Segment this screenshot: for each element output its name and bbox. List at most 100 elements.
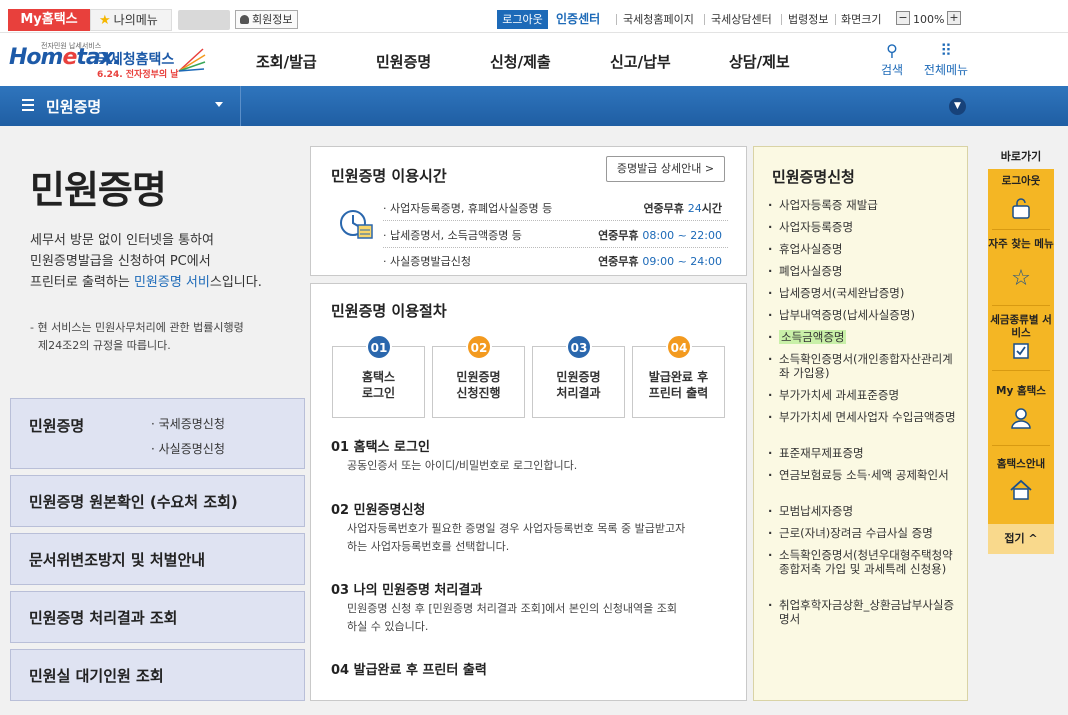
search-button[interactable]: ⚲ 검색 (877, 41, 907, 78)
expand-chevron-icon[interactable]: ▼ (949, 98, 966, 115)
cert-center-link[interactable]: 인증센터 (556, 10, 600, 29)
section-title[interactable]: 민원증명 (46, 96, 101, 117)
application-item-label: 폐업사실증명 (779, 264, 843, 278)
chevron-down-icon[interactable] (215, 102, 223, 107)
side-submenu-tax-cert[interactable]: · 국세증명신청 (151, 415, 225, 432)
quick-favorite-menu[interactable]: 자주 찾는 메뉴 (988, 238, 1054, 251)
step-label-line: 민원증명 (456, 370, 501, 384)
side-submenu-fact-cert[interactable]: · 사실증명신청 (151, 440, 225, 457)
site-header: 전자민원 납세서비스 Hometax. 국세청홈택스 6.24. 전자정부의 날… (0, 33, 1068, 86)
zoom-out-button[interactable]: − (896, 11, 910, 25)
all-menu-button[interactable]: ⠿ 전체메뉴 (920, 41, 972, 78)
procedure-heading: 02 민원증명신청 (331, 503, 426, 518)
quick-my-hometax[interactable]: My 홈택스 (988, 385, 1054, 398)
application-item[interactable]: 폐업사실증명 (768, 264, 960, 278)
application-item-label: 휴업사실증명 (779, 242, 843, 256)
side-submenu-label: 사실증명신청 (158, 442, 225, 456)
application-item[interactable]: 연금보험료등 소득·세액 공제확인서 (768, 468, 960, 482)
application-title: 민원증명신청 (772, 168, 855, 186)
side-menu-label: 문서위변조방지 및 처벌안내 (29, 551, 206, 569)
quick-tax-type-service[interactable]: 세금종류별 서비스 (988, 314, 1054, 340)
hours-row: · 사업자등록증명, 휴폐업사실증명 등 연중무휴 24시간 (383, 197, 728, 221)
house-icon (1010, 479, 1032, 500)
divider (992, 305, 1050, 306)
hometax-logo[interactable]: 전자민원 납세서비스 Hometax. 국세청홈택스 6.24. 전자정부의 날 (9, 37, 209, 83)
application-item-highlighted[interactable]: 소득금액증명 (768, 330, 960, 344)
lock-icon (1012, 198, 1030, 219)
divider (835, 14, 836, 25)
application-item[interactable]: 휴업사실증명 (768, 242, 960, 256)
application-item[interactable]: 소득확인증명서(개인종합자산관리계좌 가입용) (768, 352, 960, 380)
application-item-label: 소득금액증명 (779, 330, 847, 344)
application-item[interactable]: 부가가치세 면세사업자 수입금액증명 (768, 410, 960, 424)
member-info-button[interactable]: 회원정보 (235, 10, 299, 29)
step-number-badge: 03 (566, 334, 592, 360)
legal-note: - 현 서비스는 민원사무처리에 관한 법률시행령 제24조2의 규정을 따릅니… (30, 319, 285, 355)
step-number-badge: 01 (366, 334, 392, 360)
quick-logout[interactable]: 로그아웃 (988, 175, 1054, 188)
procedure-description-line: 하는 사업자등록번호를 선택합니다. (347, 540, 510, 553)
application-item[interactable]: 취업후학자금상환_상환금납부사실증명서 (768, 598, 960, 626)
star-icon: ☆ (1011, 266, 1031, 291)
gnb-consult-report[interactable]: 상담/제보 (729, 51, 790, 72)
side-menu-civil-certificate[interactable]: 민원증명 · 국세증명신청 · 사실증명신청 (10, 398, 305, 469)
step-label-line: 발급완료 후 (648, 370, 709, 384)
step-label-line: 신청진행 (456, 386, 501, 400)
side-menu-waiting-count[interactable]: 민원실 대기인원 조회 (10, 649, 305, 701)
step-label: 발급완료 후 프린터 출력 (633, 369, 724, 401)
hours-time-value: 09:00 ~ 24:00 (642, 255, 722, 268)
tax-consult-center-link[interactable]: 국세상담센터 (711, 10, 772, 29)
side-menu-label: 민원증명 (29, 417, 85, 435)
fan-icon (178, 48, 206, 72)
intro-line: 프린터로 출력하는 민원증명 서비스입니다. (30, 272, 290, 293)
side-menu-forgery-prevention[interactable]: 문서위변조방지 및 처벌안내 (10, 533, 305, 585)
application-item[interactable]: 사업자등록증명 (768, 220, 960, 234)
application-item-label: 납부내역증명(납세사실증명) (779, 308, 915, 322)
gnb-apply-submit[interactable]: 신청/제출 (490, 51, 551, 72)
my-hometax-button[interactable]: My홈택스 (8, 9, 90, 31)
top-utility-bar: My홈택스 ★ 나의메뉴 회원정보 로그아웃 인증센터 국세청홈페이지 국세상담센… (0, 0, 1068, 33)
procedure-step: 02 민원증명 신청진행 (432, 334, 525, 418)
application-item-label: 소득확인증명서(개인종합자산관리계좌 가입용) (779, 352, 953, 380)
application-item[interactable]: 사업자등록증 재발급 (768, 198, 960, 212)
nts-homepage-link[interactable]: 국세청홈페이지 (623, 10, 694, 29)
application-item[interactable]: 모범납세자증명 (768, 504, 960, 518)
divider (240, 86, 241, 126)
application-item-label: 연금보험료등 소득·세액 공제확인서 (779, 468, 949, 482)
application-item[interactable]: 납부내역증명(납세사실증명) (768, 308, 960, 322)
quick-hometax-guide[interactable]: 홈택스안내 (988, 458, 1054, 471)
application-item[interactable]: 근로(자녀)장려금 수급사실 증명 (768, 526, 960, 540)
application-item[interactable]: 납세증명서(국세완납증명) (768, 286, 960, 300)
side-menu-result-inquiry[interactable]: 민원증명 처리결과 조회 (10, 591, 305, 643)
application-item[interactable]: 소득확인증명서(청년우대형주택청약종합저축 가입 및 과세특례 신청용) (768, 548, 960, 576)
hamburger-icon[interactable] (22, 99, 34, 111)
side-menu-original-check[interactable]: 민원증명 원본확인 (수요처 조회) (10, 475, 305, 527)
hours-row-name-text: 사업자등록증명, 휴폐업사실증명 등 (390, 202, 553, 215)
zoom-in-button[interactable]: + (947, 11, 961, 25)
gnb-report-pay[interactable]: 신고/납부 (610, 51, 671, 72)
step-label: 민원증명신청진행 (433, 369, 524, 401)
screen-size-label: 화면크기 (841, 13, 882, 26)
issuance-detail-button[interactable]: 증명발급 상세안내 > (606, 156, 725, 182)
procedure-description: 민원증명 신청 후 [민원증명 처리결과 조회]에서 본인의 신청내역을 조회 … (347, 600, 727, 636)
all-menu-label: 전체메뉴 (923, 63, 969, 77)
quick-links-fold-button[interactable]: 접기 ^ (988, 524, 1054, 554)
side-menu-label: 민원증명 원본확인 (수요처 조회) (29, 493, 238, 511)
hours-row-time: 연중무휴 08:00 ~ 22:00 (598, 224, 722, 248)
application-item[interactable]: 표준재무제표증명 (768, 446, 960, 460)
procedure-step: 01 홈택스 로그인 (332, 334, 425, 418)
hours-time-value: 24 (687, 202, 702, 215)
gnb-inquiry-issue[interactable]: 조회/발급 (256, 51, 317, 72)
application-item-label: 부가가치세 면세사업자 수입금액증명 (779, 410, 956, 424)
application-item-label: 부가가치세 과세표준증명 (779, 388, 900, 402)
application-item[interactable]: 부가가치세 과세표준증명 (768, 388, 960, 402)
step-number-badge: 04 (666, 334, 692, 360)
divider (992, 370, 1050, 371)
my-menu-button[interactable]: ★ 나의메뉴 (90, 9, 172, 31)
gnb-civil-certificate[interactable]: 민원증명 (376, 51, 431, 72)
hours-row-name: · 납세증명서, 소득금액증명 등 (383, 229, 522, 242)
logout-button[interactable]: 로그아웃 (497, 10, 548, 29)
procedure-description-line: 공동인증서 또는 아이디/비밀번호로 로그인합니다. (347, 459, 578, 472)
grid-icon: ⠿ (940, 41, 952, 60)
law-info-link[interactable]: 법령정보 (788, 10, 828, 29)
